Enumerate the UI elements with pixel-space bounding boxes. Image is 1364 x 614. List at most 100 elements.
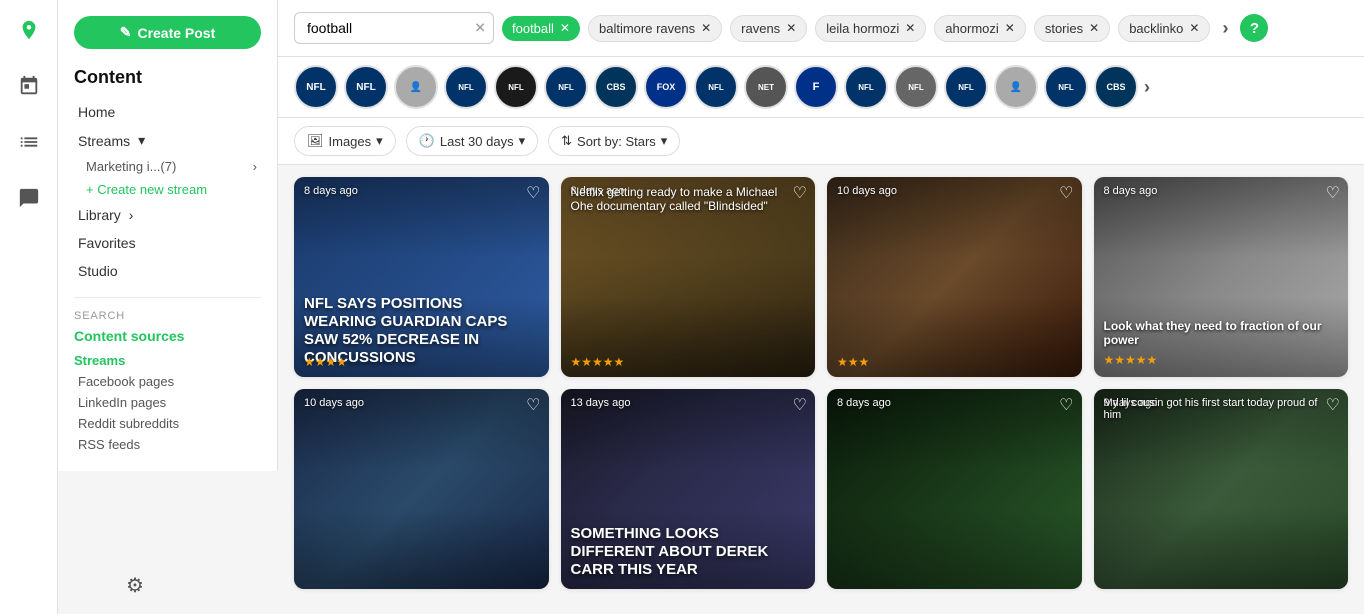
tag-backlinko-label: backlinko	[1129, 21, 1183, 36]
card-6[interactable]: 13 days ago ♡ SOMETHING LOOKS DIFFERENT …	[561, 389, 816, 589]
tag-ahormozi-remove[interactable]: ✕	[1005, 21, 1015, 35]
card-3[interactable]: 10 days ago ♡ ★★★	[827, 177, 1082, 377]
chevron-down-icon: ▾	[138, 132, 145, 149]
calendar-icon[interactable]	[11, 68, 47, 104]
source-logo-1[interactable]: NFL	[294, 65, 338, 109]
tag-leila-hormozi-remove[interactable]: ✕	[905, 21, 915, 35]
tag-ahormozi[interactable]: ahormozi ✕	[934, 15, 1026, 42]
sidebar: ✎ Create Post Content Home Streams ▾ Mar…	[58, 0, 278, 471]
card-8-title: My lil cousin got his first start today …	[1104, 397, 1319, 421]
card-3-heart[interactable]: ♡	[1059, 183, 1073, 203]
help-button[interactable]: ?	[1240, 14, 1268, 42]
sidebar-item-streams-source[interactable]: Streams	[74, 350, 261, 371]
tag-leila-hormozi[interactable]: leila hormozi ✕	[815, 15, 926, 42]
tag-backlinko[interactable]: backlinko ✕	[1118, 15, 1210, 42]
list-icon[interactable]	[11, 124, 47, 160]
sidebar-item-linkedin-pages[interactable]: LinkedIn pages	[74, 392, 261, 413]
date-filter-label: Last 30 days	[440, 134, 514, 149]
tag-football-label: football	[512, 21, 554, 36]
sidebar-item-home[interactable]: Home	[74, 98, 261, 126]
settings-icon[interactable]: ⚙	[126, 573, 144, 598]
card-1-stars: ★★★★	[304, 355, 347, 369]
tag-backlinko-remove[interactable]: ✕	[1189, 21, 1199, 35]
tag-football[interactable]: football ✕	[502, 16, 580, 41]
source-logo-17[interactable]: CBS	[1094, 65, 1138, 109]
edit-icon: ✎	[120, 24, 132, 41]
sidebar-item-library[interactable]: Library ›	[74, 201, 261, 229]
card-8[interactable]: 9 days ago ♡ My lil cousin got his first…	[1094, 389, 1349, 589]
source-logo-10[interactable]: NET	[744, 65, 788, 109]
card-5[interactable]: 10 days ago ♡	[294, 389, 549, 589]
images-filter-chevron: ▾	[376, 133, 383, 149]
source-logo-3[interactable]: 👤	[394, 65, 438, 109]
search-input[interactable]	[294, 12, 494, 44]
card-3-timestamp: 10 days ago	[837, 185, 897, 197]
card-2-subtitle: Netflix getting ready to make a Michael …	[571, 185, 786, 213]
tag-football-remove[interactable]: ✕	[560, 21, 570, 35]
sidebar-item-streams[interactable]: Streams ▾	[74, 126, 261, 155]
marketing-label: Marketing i...(7)	[86, 159, 176, 174]
sort-filter-button[interactable]: ⇅ Sort by: Stars ▾	[548, 126, 680, 156]
content-sources-title: Content sources	[74, 328, 261, 344]
card-7-heart[interactable]: ♡	[1059, 395, 1073, 415]
filter-bar: 🖼 Images ▾ 🕐 Last 30 days ▾ ⇅ Sort by: S…	[278, 118, 1364, 165]
sidebar-item-favorites[interactable]: Favorites	[74, 229, 261, 257]
home-label: Home	[78, 104, 115, 120]
source-logo-6[interactable]: NFL	[544, 65, 588, 109]
source-logo-13[interactable]: NFL	[894, 65, 938, 109]
tags-more-button[interactable]: ›	[1218, 14, 1232, 43]
tag-baltimore-ravens-remove[interactable]: ✕	[701, 21, 711, 35]
card-7[interactable]: 8 days ago ♡	[827, 389, 1082, 589]
images-filter-button[interactable]: 🖼 Images ▾	[294, 126, 396, 156]
card-8-heart[interactable]: ♡	[1326, 395, 1340, 415]
sidebar-divider	[74, 297, 261, 298]
source-logo-14[interactable]: NFL	[944, 65, 988, 109]
search-input-wrap: ✕	[294, 12, 494, 44]
source-logo-2[interactable]: NFL	[344, 65, 388, 109]
card-2-heart[interactable]: ♡	[793, 183, 807, 203]
card-2-stars: ★★★★★	[571, 355, 625, 369]
sidebar-item-marketing[interactable]: Marketing i...(7) ›	[74, 155, 261, 178]
source-logo-16[interactable]: NFL	[1044, 65, 1088, 109]
tag-stories-remove[interactable]: ✕	[1089, 21, 1099, 35]
source-logo-12[interactable]: NFL	[844, 65, 888, 109]
card-4[interactable]: 8 days ago ♡ Look what they need to frac…	[1094, 177, 1349, 377]
source-logo-8[interactable]: FOX	[644, 65, 688, 109]
streams-label: Streams	[78, 133, 130, 149]
sidebar-item-facebook-pages[interactable]: Facebook pages	[74, 371, 261, 392]
card-7-timestamp: 8 days ago	[837, 397, 891, 409]
tag-ravens-remove[interactable]: ✕	[786, 21, 796, 35]
card-5-heart[interactable]: ♡	[526, 395, 540, 415]
source-logo-7[interactable]: CBS	[594, 65, 638, 109]
location-icon[interactable]	[11, 12, 47, 48]
card-4-title: Look what they need to fraction of our p…	[1104, 319, 1339, 347]
chevron-right-icon-library: ›	[129, 207, 134, 223]
tag-ravens[interactable]: ravens ✕	[730, 15, 807, 42]
sidebar-item-rss-feeds[interactable]: RSS feeds	[74, 434, 261, 455]
chat-icon[interactable]	[11, 180, 47, 216]
sources-more-button[interactable]: ›	[1144, 77, 1150, 98]
tag-baltimore-ravens[interactable]: baltimore ravens ✕	[588, 15, 722, 42]
sidebar-item-studio[interactable]: Studio	[74, 257, 261, 285]
source-logo-15[interactable]: 👤	[994, 65, 1038, 109]
create-new-stream-link[interactable]: + Create new stream	[74, 178, 261, 201]
favorites-label: Favorites	[78, 235, 136, 251]
clock-icon: 🕐	[419, 133, 435, 149]
source-logo-9[interactable]: NFL	[694, 65, 738, 109]
card-5-timestamp: 10 days ago	[304, 397, 364, 409]
tag-stories[interactable]: stories ✕	[1034, 15, 1110, 42]
sidebar-item-reddit-subreddits[interactable]: Reddit subreddits	[74, 413, 261, 434]
date-filter-chevron: ▾	[519, 133, 526, 149]
source-logo-11[interactable]: F	[794, 65, 838, 109]
card-1[interactable]: 8 days ago ♡ NFL SAYS POSITIONS WEARING …	[294, 177, 549, 377]
content-title: Content	[74, 67, 261, 88]
date-filter-button[interactable]: 🕐 Last 30 days ▾	[406, 126, 538, 156]
search-clear-button[interactable]: ✕	[474, 20, 486, 37]
top-bar: ✕ football ✕ baltimore ravens ✕ ravens ✕…	[278, 0, 1364, 57]
card-4-stars: ★★★★★	[1104, 353, 1339, 367]
source-logo-5[interactable]: NFL	[494, 65, 538, 109]
tag-ahormozi-label: ahormozi	[945, 21, 998, 36]
create-post-button[interactable]: ✎ Create Post	[74, 16, 261, 49]
source-logo-4[interactable]: NFL	[444, 65, 488, 109]
card-2[interactable]: 8 days ago ♡ Netflix getting ready to ma…	[561, 177, 816, 377]
